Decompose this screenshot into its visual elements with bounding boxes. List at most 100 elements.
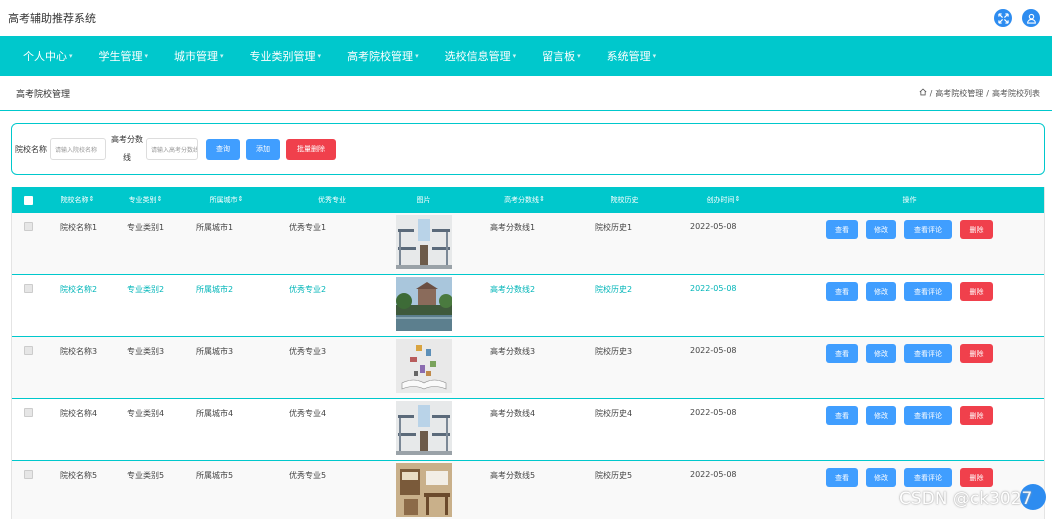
cell-date: 2022-05-08 xyxy=(690,470,737,479)
nav-item-label: 留言板 xyxy=(542,50,576,63)
cell-major: 优秀专业2 xyxy=(289,285,327,294)
view-comments-button[interactable]: 查看评论 xyxy=(904,344,952,363)
table-row: 院校名称3 专业类别3 所属城市3 优秀专业3 高考分数线3 院校历史3 202… xyxy=(12,337,1044,399)
sort-icon: ⇕ xyxy=(539,195,545,203)
cell-actions: 查看 修改 查看评论 删除 xyxy=(775,213,1044,239)
header-founded-date[interactable]: 创办时间 ⇕ xyxy=(672,195,775,205)
back-to-top-button[interactable] xyxy=(1020,484,1046,510)
edit-button[interactable]: 修改 xyxy=(866,220,896,239)
header-image: 图片 xyxy=(375,195,472,205)
nav-item-student[interactable]: 学生管理 ▾ xyxy=(86,36,162,76)
header-history: 院校历史 xyxy=(577,195,672,205)
caret-down-icon: ▾ xyxy=(652,52,657,60)
header-label: 专业类别 xyxy=(128,196,157,204)
view-button[interactable]: 查看 xyxy=(826,282,858,301)
view-button[interactable]: 查看 xyxy=(826,468,858,487)
view-button[interactable]: 查看 xyxy=(826,220,858,239)
row-checkbox[interactable] xyxy=(23,470,33,479)
query-button[interactable]: 查询 xyxy=(206,138,240,160)
delete-button[interactable]: 删除 xyxy=(960,282,993,301)
breadcrumb-item[interactable]: 高考院校管理 xyxy=(935,88,983,99)
row-checkbox[interactable] xyxy=(23,222,33,231)
cell-score: 高考分数线5 xyxy=(490,471,536,480)
delete-button[interactable]: 删除 xyxy=(960,344,993,363)
header-label: 操作 xyxy=(902,196,917,204)
cell-actions: 查看 修改 查看评论 删除 xyxy=(775,337,1044,363)
header-major-category[interactable]: 专业类别 ⇕ xyxy=(111,195,180,205)
header-city[interactable]: 所属城市 ⇕ xyxy=(180,195,273,205)
row-check-cell xyxy=(12,337,44,355)
delete-button[interactable]: 删除 xyxy=(960,406,993,425)
header-college-name[interactable]: 院校名称 ⇕ xyxy=(44,195,111,205)
nav-item-system[interactable]: 系统管理 ▾ xyxy=(594,36,670,76)
edit-button[interactable]: 修改 xyxy=(866,282,896,301)
select-all-checkbox[interactable] xyxy=(23,195,33,205)
sort-icon: ⇕ xyxy=(156,195,163,203)
row-checkbox[interactable] xyxy=(23,284,33,293)
nav-item-label: 专业类别管理 xyxy=(249,50,316,63)
app-title: 高考辅助推荐系统 xyxy=(8,12,96,25)
view-comments-button[interactable]: 查看评论 xyxy=(904,468,952,487)
table-row: 院校名称1 专业类别1 所属城市1 优秀专业1 高考分数线1 院校历史1 202… xyxy=(12,213,1044,275)
breadcrumb-separator: / xyxy=(929,88,933,98)
add-button[interactable]: 添加 xyxy=(246,138,280,160)
batch-delete-button[interactable]: 批量删除 xyxy=(286,138,336,160)
cell-date: 2022-05-08 xyxy=(690,222,737,231)
header-label: 院校历史 xyxy=(610,196,639,204)
page-title: 高考院校管理 xyxy=(16,89,71,100)
college-name-input[interactable]: 请输入院校名称 xyxy=(50,138,106,160)
header-label: 优秀专业 xyxy=(318,196,346,204)
nav-item-personal-center[interactable]: 个人中心 ▾ xyxy=(10,36,86,76)
cell-college-name: 院校名称3 xyxy=(60,347,98,356)
cell-city: 所属城市2 xyxy=(196,285,234,294)
user-icon[interactable] xyxy=(1022,9,1040,27)
view-button[interactable]: 查看 xyxy=(826,406,858,425)
dorm-room-image[interactable] xyxy=(395,401,452,455)
view-comments-button[interactable]: 查看评论 xyxy=(904,282,952,301)
study-room-image[interactable] xyxy=(395,463,452,517)
caret-down-icon: ▾ xyxy=(144,52,149,60)
cell-major: 优秀专业4 xyxy=(289,409,327,418)
nav-item-city[interactable]: 城市管理 ▾ xyxy=(161,36,237,76)
cell-college-name: 院校名称2 xyxy=(60,285,98,294)
breadcrumb-separator: / xyxy=(986,88,989,98)
cell-image xyxy=(375,399,472,455)
cell-city: 所属城市4 xyxy=(196,409,234,418)
nav-item-major-category[interactable]: 专业类别管理 ▾ xyxy=(237,36,335,76)
nav-item-school-choice[interactable]: 选校信息管理 ▾ xyxy=(432,36,530,76)
score-line-label-part: 线 xyxy=(123,153,131,162)
cell-score: 高考分数线3 xyxy=(490,347,536,356)
edit-button[interactable]: 修改 xyxy=(866,344,896,363)
home-icon[interactable] xyxy=(919,88,927,98)
nav-item-label: 学生管理 xyxy=(98,50,143,63)
view-comments-button[interactable]: 查看评论 xyxy=(904,220,952,239)
sort-icon: ⇕ xyxy=(237,195,244,203)
delete-button[interactable]: 删除 xyxy=(960,468,993,487)
header-label: 高考分数线 xyxy=(504,196,540,204)
delete-button[interactable]: 删除 xyxy=(960,220,993,239)
sort-icon: ⇕ xyxy=(88,195,95,203)
row-checkbox[interactable] xyxy=(23,346,33,355)
score-line-input[interactable]: 请输入高考分数线 xyxy=(146,138,198,160)
header-actions: 操作 xyxy=(775,195,1044,205)
edit-button[interactable]: 修改 xyxy=(866,406,896,425)
header-check-cell xyxy=(12,195,44,205)
caret-down-icon: ▾ xyxy=(512,52,517,60)
view-button[interactable]: 查看 xyxy=(826,344,858,363)
cell-score: 高考分数线1 xyxy=(490,223,536,232)
view-comments-button[interactable]: 查看评论 xyxy=(904,406,952,425)
dorm-room-image[interactable] xyxy=(395,215,452,269)
header-label: 图片 xyxy=(416,196,431,204)
nav-item-label: 城市管理 xyxy=(174,50,219,63)
edit-button[interactable]: 修改 xyxy=(866,468,896,487)
header-score-line[interactable]: 高考分数线 ⇕ xyxy=(472,195,577,205)
campus-lake-image[interactable] xyxy=(395,277,452,331)
row-check-cell xyxy=(12,213,44,231)
row-checkbox[interactable] xyxy=(23,408,33,417)
nav-item-college[interactable]: 高考院校管理 ▾ xyxy=(334,36,432,76)
fullscreen-icon[interactable] xyxy=(994,9,1012,27)
nav-item-message-board[interactable]: 留言板 ▾ xyxy=(529,36,594,76)
open-book-image[interactable] xyxy=(395,339,452,393)
cell-date: 2022-05-08 xyxy=(690,284,737,293)
cell-history: 院校历史1 xyxy=(595,223,633,232)
